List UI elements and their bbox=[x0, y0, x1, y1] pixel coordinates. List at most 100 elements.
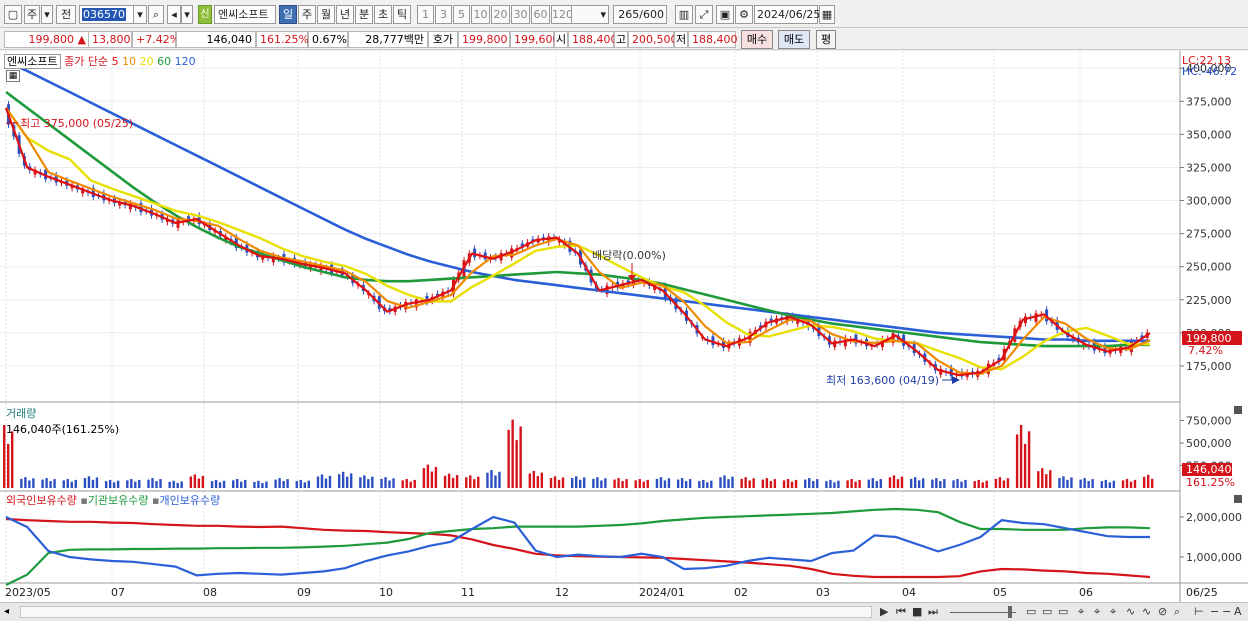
ma-legend-item-120[interactable]: 120 bbox=[171, 55, 196, 68]
price-legend: 엔씨소프트 종가 단순 5 10 20 60 120 bbox=[4, 53, 196, 69]
tool-icon-3[interactable]: ⌖ bbox=[1110, 605, 1116, 619]
minute-tab-20[interactable]: 20 bbox=[491, 5, 510, 24]
tool-icon-6[interactable]: ⊘ bbox=[1158, 605, 1167, 618]
holding-legend-item-1[interactable]: 기관보유수량 bbox=[88, 494, 152, 507]
minute-tab-30[interactable]: 30 bbox=[511, 5, 530, 24]
zoom-in-icon[interactable]: ⊢ bbox=[1194, 605, 1204, 618]
zoom-slider-handle[interactable] bbox=[1008, 606, 1012, 618]
volume-bar bbox=[11, 431, 14, 488]
tool-icon-2[interactable]: ⌖ bbox=[1094, 605, 1100, 619]
minute-tab-5[interactable]: 5 bbox=[453, 5, 470, 24]
scroll-bar[interactable]: ◂ ▶ ⏮ ■ ⏭ ▭ ▭ ▭ ⌖ ⌖ ⌖ ∿ ∿ ⊘ ⌕ ⊢ − − A bbox=[0, 602, 1248, 621]
save-icon[interactable]: ▣ bbox=[716, 5, 734, 24]
stop-icon[interactable]: ■ bbox=[912, 605, 922, 618]
minute-tab-3[interactable]: 3 bbox=[435, 5, 452, 24]
draw-tool-icon[interactable]: ⤢ bbox=[695, 5, 713, 24]
volume-pct-tag: 161.25% bbox=[1186, 476, 1235, 489]
volume-bar bbox=[1006, 478, 1010, 488]
prev-button[interactable]: 전 bbox=[56, 5, 76, 24]
date-input[interactable]: 2024/06/25 bbox=[754, 5, 820, 24]
speaker-dropdown-icon[interactable]: ▾ bbox=[181, 5, 193, 24]
candle-type-icon[interactable]: ▥ bbox=[675, 5, 693, 24]
stock-name-tag[interactable]: 엔씨소프트 bbox=[4, 54, 61, 69]
volume-bar bbox=[422, 468, 426, 488]
zoom-out-icon[interactable]: − bbox=[1210, 605, 1219, 618]
calendar-icon[interactable]: ▦ bbox=[819, 5, 835, 24]
scroll-right-icon[interactable]: ▶ bbox=[880, 605, 888, 618]
minute-tab-120[interactable]: 120 bbox=[551, 5, 573, 24]
layout-icon-1[interactable]: ▭ bbox=[1026, 605, 1036, 618]
ma-legend-item-5[interactable]: 5 bbox=[112, 55, 119, 68]
window-icon[interactable]: ▢ bbox=[4, 5, 22, 24]
period-day-button[interactable]: 주 bbox=[24, 5, 40, 24]
holding-tick-label: 2,000,000 bbox=[1186, 511, 1242, 524]
volume-bar bbox=[960, 481, 963, 488]
interval-tab-2[interactable]: 월 bbox=[317, 5, 335, 24]
volume-ratio: 161.25% bbox=[256, 31, 309, 48]
holding-line-1 bbox=[5, 507, 1151, 586]
speaker-icon[interactable]: ◂ bbox=[167, 5, 181, 24]
count-input[interactable]: 265/600 bbox=[613, 5, 667, 24]
volume-bar bbox=[977, 479, 980, 488]
forward-icon[interactable]: ⏭ bbox=[928, 605, 938, 619]
interval-tab-0[interactable]: 일 bbox=[279, 5, 297, 24]
volume-bar bbox=[553, 476, 557, 488]
code-dropdown-icon[interactable]: ▾ bbox=[133, 5, 147, 24]
ma-legend-item-20[interactable]: 20 bbox=[136, 55, 154, 68]
volume-bar bbox=[455, 475, 459, 488]
chart-area[interactable]: 400,000 375,000 350,000 325,000 300,000 275,0… bbox=[0, 51, 1248, 606]
tool-icon-7[interactable]: ⌕ bbox=[1174, 605, 1180, 619]
x-tick-label: 05 bbox=[993, 586, 1007, 599]
grid-toggle-icon[interactable]: ▦ bbox=[6, 70, 20, 82]
sell-button[interactable]: 매도 bbox=[778, 30, 810, 49]
minute-custom-select[interactable]: ▾ bbox=[571, 5, 609, 24]
low-label: 저 bbox=[674, 31, 688, 48]
holding-legend-item-0[interactable]: 외국인보유수량 bbox=[6, 494, 80, 507]
scroll-track[interactable] bbox=[20, 606, 872, 618]
tool-icon-4[interactable]: ∿ bbox=[1126, 605, 1135, 618]
stock-chart-svg[interactable]: 400,000375,000350,000325,000300,000275,0… bbox=[0, 51, 1248, 606]
volume-bar bbox=[939, 481, 942, 488]
interval-tab-4[interactable]: 분 bbox=[355, 5, 373, 24]
zoom-reset-icon[interactable]: − bbox=[1222, 605, 1231, 618]
tool-icon-5[interactable]: ∿ bbox=[1142, 605, 1151, 618]
buy-button[interactable]: 매수 bbox=[741, 30, 773, 49]
search-icon[interactable]: ⌕ bbox=[148, 5, 164, 24]
volume-bar bbox=[1058, 478, 1061, 488]
volume-bar bbox=[1104, 479, 1108, 488]
layout-icon-2[interactable]: ▭ bbox=[1042, 605, 1052, 618]
up-arrow-icon: ▲ bbox=[77, 33, 86, 46]
scroll-left-icon[interactable]: ◂ bbox=[4, 606, 16, 618]
minute-tab-1[interactable]: 1 bbox=[417, 5, 434, 24]
layout-icon-3[interactable]: ▭ bbox=[1058, 605, 1068, 618]
minute-tab-60[interactable]: 60 bbox=[531, 5, 550, 24]
stock-code-input[interactable]: 036570 bbox=[79, 5, 135, 24]
ma-legend-item-10[interactable]: 10 bbox=[119, 55, 136, 68]
volume-panel-close-icon[interactable] bbox=[1234, 406, 1242, 414]
tool-icon-1[interactable]: ⌖ bbox=[1078, 605, 1084, 619]
gear-icon[interactable]: ⚙ bbox=[735, 5, 753, 24]
interval-tab-1[interactable]: 주 bbox=[298, 5, 316, 24]
eval-button[interactable]: 평 bbox=[816, 30, 836, 49]
ma-legend-item-60[interactable]: 60 bbox=[154, 55, 171, 68]
volume-bar bbox=[232, 480, 235, 488]
volume-bar bbox=[1083, 478, 1086, 488]
volume-bar bbox=[359, 477, 362, 488]
volume-bar bbox=[53, 479, 56, 488]
rewind-icon[interactable]: ⏮ bbox=[896, 605, 906, 619]
volume-bar bbox=[303, 482, 306, 488]
volume-bar bbox=[528, 473, 532, 488]
interval-tab-3[interactable]: 년 bbox=[336, 5, 354, 24]
stock-name-field[interactable]: 엔씨소프트 bbox=[214, 5, 276, 24]
holding-panel-close-icon[interactable] bbox=[1234, 495, 1242, 503]
holding-legend-item-2[interactable]: 개인보유수량 bbox=[160, 494, 221, 507]
interval-tab-6[interactable]: 틱 bbox=[393, 5, 411, 24]
interval-tab-5[interactable]: 초 bbox=[374, 5, 392, 24]
minute-tab-10[interactable]: 10 bbox=[471, 5, 490, 24]
font-size-icon[interactable]: A bbox=[1234, 605, 1242, 618]
price-tick-label: 325,000 bbox=[1186, 161, 1232, 174]
chevron-down-icon[interactable]: ▾ bbox=[41, 5, 53, 24]
zoom-slider[interactable] bbox=[950, 612, 1016, 613]
trade-amount: 28,777백만 bbox=[348, 31, 428, 48]
volume-bar bbox=[176, 482, 179, 488]
